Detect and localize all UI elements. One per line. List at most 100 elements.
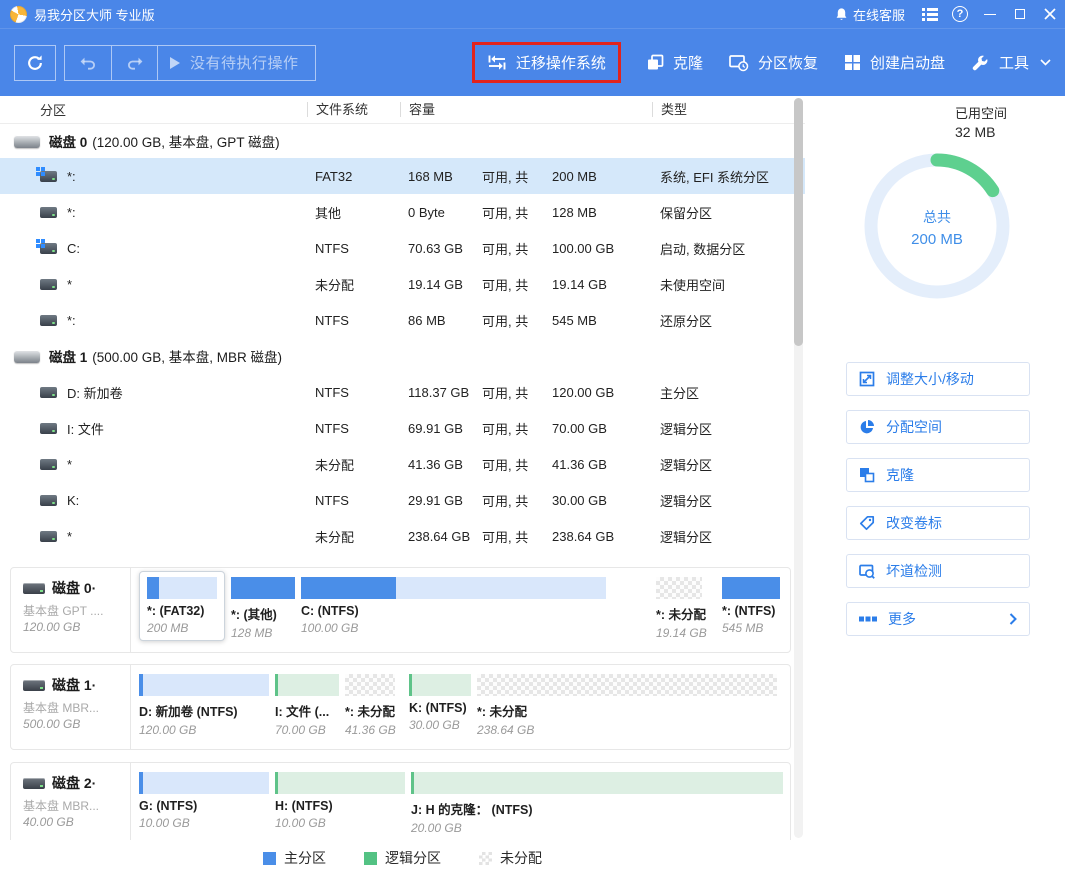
disk1-name: 磁盘 1 <box>49 346 87 366</box>
close-button[interactable] <box>1035 0 1065 28</box>
undo-icon <box>79 55 97 71</box>
col-partition: 分区 <box>0 100 307 119</box>
map-partition[interactable]: *: 未分配 41.36 GB <box>345 674 403 737</box>
disk0-map-panel: 磁盘 0· 基本盘 GPT .... 120.00 GB *: (FAT32) … <box>10 567 791 653</box>
table-row[interactable]: * 未分配 238.64 GB 可用, 共 238.64 GB 逻辑分区 <box>0 518 805 554</box>
map-partition-selected[interactable]: *: (FAT32) 200 MB <box>139 571 225 641</box>
migrate-os-button[interactable]: 迁移操作系统 <box>487 52 606 73</box>
online-service-button[interactable]: 在线客服 <box>825 0 915 28</box>
legend-unallocated-label: 未分配 <box>500 848 542 868</box>
map-partition[interactable]: *: (NTFS) 545 MB <box>722 577 780 635</box>
minimize-icon <box>984 14 996 15</box>
table-row[interactable]: * 未分配 41.36 GB 可用, 共 41.36 GB 逻辑分区 <box>0 446 805 482</box>
minimize-button[interactable] <box>975 0 1005 28</box>
map-partition[interactable]: *: (其他) 128 MB <box>231 577 295 640</box>
change-label-label: 改变卷标 <box>886 513 942 533</box>
map-partition[interactable]: *: 未分配 238.64 GB <box>477 674 777 737</box>
more-label: 更多 <box>888 609 916 629</box>
table-row[interactable]: *: 其他 0 Byte 可用, 共 128 MB 保留分区 <box>0 194 805 230</box>
map-partition[interactable]: G: (NTFS) 10.00 GB <box>139 772 269 830</box>
clone-partition-button[interactable]: 克隆 <box>846 458 1030 492</box>
col-type: 类型 <box>652 102 805 117</box>
table-row[interactable]: *: FAT32 168 MB 可用, 共 200 MB 系统, EFI 系统分… <box>0 158 805 194</box>
allocate-space-label: 分配空间 <box>886 417 942 437</box>
table-row[interactable]: I: 文件 NTFS 69.91 GB 可用, 共 70.00 GB 逻辑分区 <box>0 410 805 446</box>
disk1-map-info[interactable]: 磁盘 1· 基本盘 MBR... 500.00 GB <box>11 665 131 749</box>
map-partition[interactable]: H: (NTFS) 10.00 GB <box>275 772 405 830</box>
map-partition[interactable]: D: 新加卷 (NTFS) 120.00 GB <box>139 674 269 737</box>
more-button[interactable]: 更多 <box>846 602 1030 636</box>
disk1-map-panel: 磁盘 1· 基本盘 MBR... 500.00 GB D: 新加卷 (NTFS)… <box>10 664 791 750</box>
refresh-button[interactable] <box>14 45 56 81</box>
clone-toolbar-button[interactable]: 克隆 <box>647 52 703 73</box>
disk-drive-icon <box>14 135 40 148</box>
resize-move-label: 调整大小/移动 <box>886 369 974 389</box>
allocate-space-button[interactable]: 分配空间 <box>846 410 1030 444</box>
disk2-map-panel: 磁盘 2· 基本盘 MBR... 40.00 GB G: (NTFS) 10.0… <box>10 762 791 848</box>
partition-icon <box>40 423 57 434</box>
tag-icon <box>859 515 875 531</box>
pie-chart-icon <box>859 419 875 435</box>
resize-move-icon <box>859 371 875 387</box>
partition-recovery-button[interactable]: 分区恢复 <box>729 52 818 73</box>
play-icon <box>170 57 180 69</box>
partition-table-area: 分区 文件系统 容量 类型 磁盘 0 (120.00 GB, 基本盘, GPT … <box>0 96 805 876</box>
create-boot-disk-button[interactable]: 创建启动盘 <box>844 52 945 73</box>
redo-icon <box>126 55 144 71</box>
partition-recovery-icon <box>729 54 749 72</box>
redo-button[interactable] <box>111 46 157 80</box>
partition-icon <box>40 207 57 218</box>
maximize-button[interactable] <box>1005 0 1035 28</box>
operation-list-button[interactable] <box>915 0 945 28</box>
undo-redo-group: 没有待执行操作 <box>64 45 316 81</box>
donut-total-value: 200 MB <box>911 231 963 248</box>
table-row[interactable]: C: NTFS 70.63 GB 可用, 共 100.00 GB 启动, 数据分… <box>0 230 805 266</box>
disk0-info: (120.00 GB, 基本盘, GPT 磁盘) <box>92 131 279 151</box>
scrollbar-thumb[interactable] <box>794 98 803 346</box>
surface-test-button[interactable]: 坏道检测 <box>846 554 1030 588</box>
table-row[interactable]: * 未分配 19.14 GB 可用, 共 19.14 GB 未使用空间 <box>0 266 805 302</box>
boot-disk-icon <box>844 54 861 71</box>
change-label-button[interactable]: 改变卷标 <box>846 506 1030 540</box>
map-partition[interactable]: I: 文件 (... 70.00 GB <box>275 674 339 737</box>
table-row[interactable]: D: 新加卷 NTFS 118.37 GB 可用, 共 120.00 GB 主分… <box>0 374 805 410</box>
maximize-icon <box>1015 9 1025 19</box>
more-dots-icon <box>859 616 877 622</box>
disk0-map-info[interactable]: 磁盘 0· 基本盘 GPT .... 120.00 GB <box>11 568 131 652</box>
migrate-os-highlight-box: 迁移操作系统 <box>472 42 621 83</box>
partition-icon <box>40 495 57 506</box>
toolbar: 没有待执行操作 迁移操作系统 克隆 <box>0 28 1065 96</box>
help-icon: ? <box>952 6 968 22</box>
used-space-label: 已用空间 <box>955 104 1007 123</box>
tools-label: 工具 <box>999 52 1029 73</box>
pending-operations-label: 没有待执行操作 <box>190 52 299 73</box>
help-button[interactable]: ? <box>945 0 975 28</box>
partition-icon <box>40 459 57 470</box>
tools-button[interactable]: 工具 <box>971 52 1051 73</box>
table-row[interactable]: *: NTFS 86 MB 可用, 共 545 MB 还原分区 <box>0 302 805 338</box>
disk0-name: 磁盘 0 <box>49 131 87 151</box>
table-row[interactable]: K: NTFS 29.91 GB 可用, 共 30.00 GB 逻辑分区 <box>0 482 805 518</box>
close-icon <box>1044 8 1056 20</box>
partition-system-icon <box>40 171 57 182</box>
legend: 主分区 逻辑分区 未分配 <box>0 840 805 876</box>
map-partition[interactable]: K: (NTFS) 30.00 GB <box>409 674 471 732</box>
bell-icon <box>835 7 848 21</box>
resize-move-button[interactable]: 调整大小/移动 <box>846 362 1030 396</box>
disk0-group-header[interactable]: 磁盘 0 (120.00 GB, 基本盘, GPT 磁盘) <box>0 124 805 158</box>
partition-recovery-label: 分区恢复 <box>758 52 818 73</box>
map-partition[interactable]: *: 未分配 19.14 GB <box>656 577 716 640</box>
app-title: 易我分区大师 专业版 <box>34 5 155 24</box>
undo-button[interactable] <box>65 46 111 80</box>
create-boot-disk-label: 创建启动盘 <box>870 52 945 73</box>
map-partition[interactable]: C: (NTFS) 100.00 GB <box>301 577 606 635</box>
disk2-map-info[interactable]: 磁盘 2· 基本盘 MBR... 40.00 GB <box>11 763 131 847</box>
execute-operations-button[interactable]: 没有待执行操作 <box>157 46 315 80</box>
partition-system-icon <box>40 243 57 254</box>
legend-logical-swatch <box>364 852 377 865</box>
clone-label: 克隆 <box>673 52 703 73</box>
used-space-value: 32 MB <box>955 123 1007 142</box>
disk1-group-header[interactable]: 磁盘 1 (500.00 GB, 基本盘, MBR 磁盘) <box>0 338 805 374</box>
map-partition[interactable]: J: H 的克隆： (NTFS) 20.00 GB <box>411 772 783 835</box>
refresh-icon <box>26 54 44 72</box>
